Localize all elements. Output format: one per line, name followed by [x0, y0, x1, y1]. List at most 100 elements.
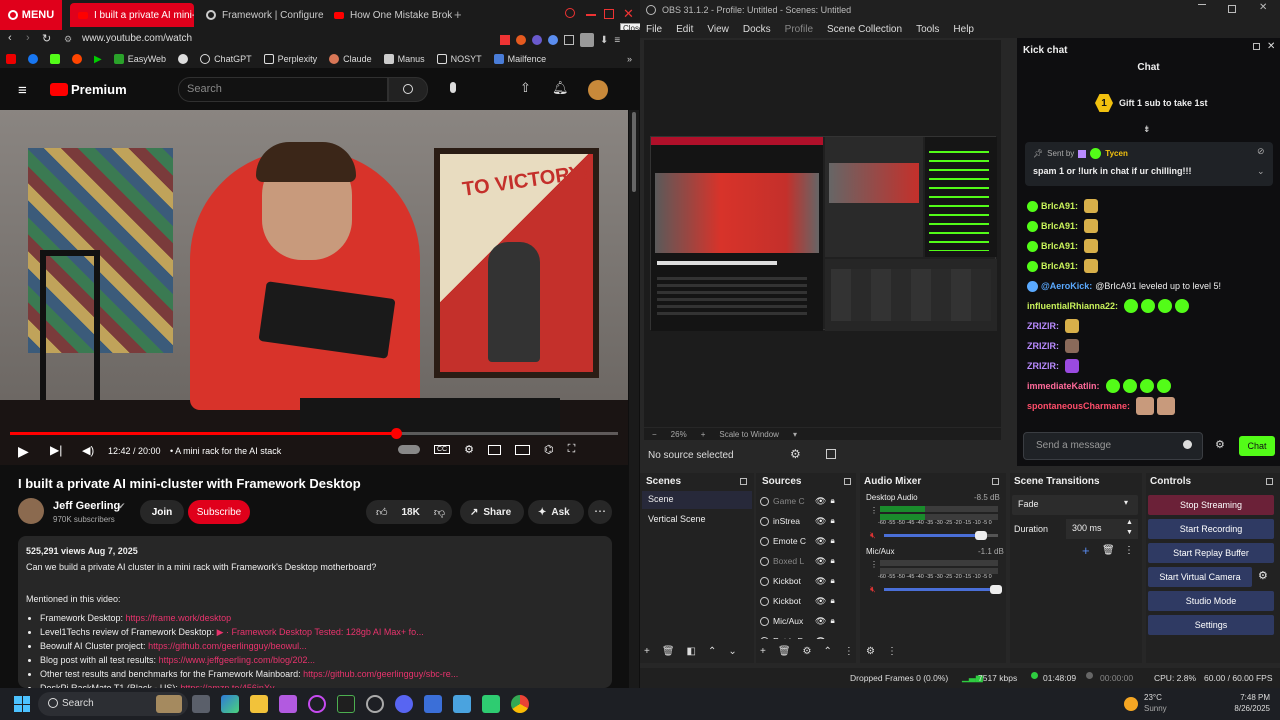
duration-input[interactable]: 300 ms ▲ ▼ — [1066, 519, 1138, 539]
lock-icon[interactable]: 🔒︎ — [830, 636, 834, 639]
bookmark-mailfence[interactable]: Mailfence — [493, 54, 546, 64]
extension-icon[interactable] — [500, 35, 510, 45]
copilot-icon[interactable] — [221, 695, 239, 713]
source-item[interactable]: Emote C 👁︎ 🔒︎ — [760, 531, 854, 551]
transition-menu-icon[interactable]: ⋮ — [1124, 545, 1134, 556]
scale-mode[interactable]: Scale to Window — [719, 430, 779, 439]
chat-settings-icon[interactable]: ⚙ — [1215, 438, 1225, 451]
description-box[interactable]: 525,291 views Aug 7, 2025 Can we build a… — [18, 536, 612, 693]
source-item[interactable]: Retrix F 👁︎ 🔒︎ — [760, 631, 854, 639]
chat-message[interactable]: influentialRhianna22: — [1027, 296, 1267, 316]
preview-canvas[interactable] — [650, 136, 997, 331]
forward-icon[interactable]: › — [26, 32, 30, 44]
chat-message[interactable]: BrIcA91: — [1027, 236, 1267, 256]
maximize-icon[interactable] — [604, 9, 614, 19]
lock-icon[interactable]: 🔒︎ — [830, 496, 834, 506]
chat-message[interactable]: ZRIZIR: — [1027, 336, 1267, 356]
start-recording-button[interactable]: Start Recording — [1148, 519, 1274, 539]
bookmark-perplexity[interactable]: Perplexity — [263, 54, 317, 64]
volume-slider[interactable] — [884, 531, 998, 540]
visibility-eye-icon[interactable]: 👁︎ — [815, 516, 826, 527]
extension-icon[interactable] — [548, 35, 558, 45]
source-filters-icon[interactable] — [826, 449, 836, 459]
chapter-label[interactable]: • A mini rack for the AI stack — [170, 446, 281, 456]
app-icon[interactable] — [279, 695, 297, 713]
youtube-bookmark-icon[interactable] — [6, 54, 16, 64]
kick-bookmark-icon[interactable] — [50, 54, 60, 64]
bookmark-chatgpt[interactable]: ChatGPT — [200, 54, 252, 64]
volume-slider[interactable] — [884, 585, 1002, 594]
extensions-icon[interactable] — [564, 35, 574, 45]
mute-icon[interactable]: 🔇︎ — [870, 530, 876, 541]
bookmark-claude[interactable]: Claude — [329, 54, 372, 64]
chat-message[interactable]: immediateKatlin: — [1027, 376, 1267, 396]
channel-avatar[interactable] — [18, 498, 44, 524]
description-link[interactable]: ▶ · Framework Desktop Tested: 128gb AI M… — [217, 627, 424, 637]
lock-icon[interactable]: 🔒︎ — [830, 596, 834, 606]
minimize-icon[interactable] — [1198, 4, 1206, 5]
description-link[interactable]: https://github.com/geerlingguy/sbc-re... — [303, 669, 458, 679]
stepper-up-icon[interactable]: ▲ — [1126, 519, 1133, 526]
remove-scene-icon[interactable]: 🗑︎ — [662, 646, 675, 657]
source-item[interactable]: Kickbot 👁︎ 🔒︎ — [760, 591, 854, 611]
download-icon[interactable]: ⬇ — [600, 35, 608, 46]
bookmark-easyweb[interactable]: EasyWeb — [113, 54, 166, 64]
menu-tools[interactable]: Tools — [916, 24, 939, 35]
channel-menu-icon[interactable]: ⋮ — [870, 560, 878, 569]
chat-message[interactable]: BrIcA91: — [1027, 216, 1267, 236]
clock-date[interactable]: 8/26/2025 — [1210, 704, 1270, 713]
extension-icon[interactable] — [516, 35, 526, 45]
visibility-eye-icon[interactable]: 👁︎ — [815, 556, 826, 567]
task-view-icon[interactable] — [192, 695, 210, 713]
visibility-eye-icon[interactable]: 👁︎ — [815, 596, 826, 607]
more-bookmarks-icon[interactable]: » — [627, 54, 632, 64]
chrome-icon[interactable] — [511, 695, 529, 713]
visibility-eye-icon[interactable]: 👁︎ — [815, 496, 826, 507]
undock-icon[interactable] — [1266, 478, 1273, 485]
close-dock-icon[interactable]: ✕ — [1267, 41, 1275, 52]
lock-icon[interactable]: 🔒︎ — [830, 556, 834, 566]
unpin-icon[interactable]: ⊘ — [1257, 146, 1265, 157]
description-link[interactable]: https://www.jeffgeerling.com/blog/202... — [159, 655, 315, 665]
gift-banner[interactable]: 1 Gift 1 sub to take 1st — [1095, 94, 1208, 112]
ask-button[interactable]: ✦ Ask — [528, 500, 584, 524]
lock-icon[interactable]: 🔒︎ — [830, 516, 834, 526]
description-link[interactable]: https://frame.work/desktop — [126, 613, 232, 623]
tab-framework[interactable]: Framework | Configure Fr — [198, 3, 324, 27]
chat-message[interactable]: BrIcA91: — [1027, 196, 1267, 216]
seek-bar[interactable] — [10, 428, 618, 439]
volume-handle[interactable] — [989, 585, 1002, 594]
upload-icon[interactable]: ⇧ — [520, 80, 531, 96]
autoplay-toggle[interactable] — [398, 445, 420, 454]
visibility-eye-icon[interactable]: 👁︎ — [815, 616, 826, 627]
emoji-icon[interactable] — [1183, 440, 1192, 449]
file-explorer-icon[interactable] — [250, 695, 268, 713]
expand-pinned-icon[interactable]: ⌄ — [1257, 166, 1265, 177]
extension-icon[interactable] — [532, 35, 542, 45]
chat-message[interactable]: ZRIZIR: — [1027, 356, 1267, 376]
undock-icon[interactable] — [844, 478, 851, 485]
chat-input[interactable]: Send a message — [1023, 432, 1203, 460]
settings-gear-icon[interactable]: ⚙ — [464, 443, 474, 456]
youtube-logo[interactable]: Premium — [50, 82, 127, 97]
chat-message[interactable]: spontaneousCharmane: — [1027, 396, 1267, 416]
source-item[interactable]: Kickbot 👁︎ 🔒︎ — [760, 571, 854, 591]
menu-lines-icon[interactable]: ≡ — [614, 35, 620, 46]
source-item[interactable]: Game C 👁︎ 🔒︎ — [760, 491, 854, 511]
lock-icon[interactable]: 🔒︎ — [830, 616, 834, 626]
close-icon[interactable]: ✕ — [623, 6, 634, 22]
site-info-icon[interactable]: ⚙ — [64, 34, 72, 45]
move-up-icon[interactable]: ⌃ — [824, 646, 832, 657]
preview-area[interactable] — [644, 40, 1001, 427]
bookmark-manus[interactable]: Manus — [383, 54, 425, 64]
menu-docks[interactable]: Docks — [743, 24, 771, 35]
visibility-eye-icon[interactable]: 👁︎ — [815, 536, 826, 547]
start-virtual-camera-button[interactable]: Start Virtual Camera — [1148, 567, 1252, 587]
chat-message[interactable]: @AeroKick: @BrIcA91 leveled up to level 5… — [1027, 276, 1267, 296]
hamburger-icon[interactable]: ≡ — [18, 82, 27, 99]
join-button[interactable]: Join — [140, 500, 184, 524]
new-tab-button[interactable]: + — [454, 7, 462, 22]
source-menu-icon[interactable]: ⋮ — [844, 646, 854, 657]
share-button[interactable]: ↗ Share — [460, 500, 524, 524]
avatar[interactable] — [588, 80, 608, 100]
